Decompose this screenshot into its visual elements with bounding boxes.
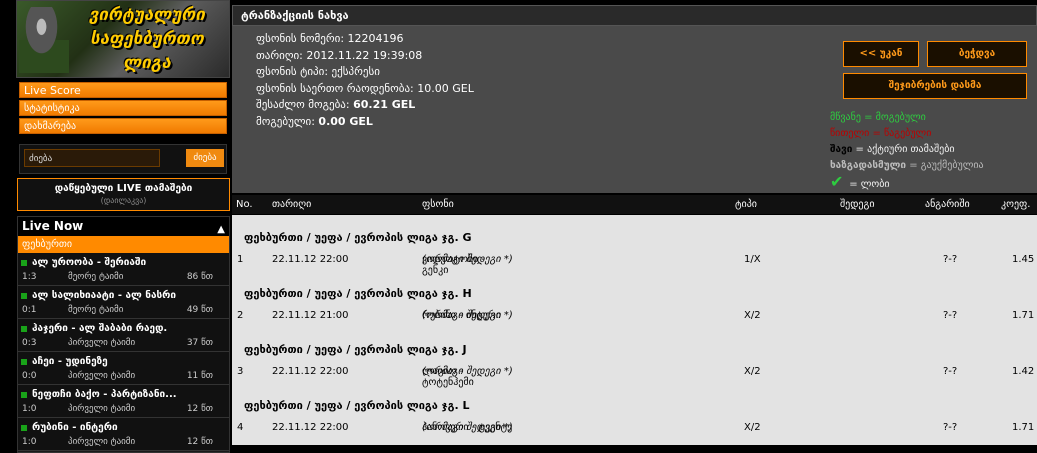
live-match-stage: მეორე ტაიმი (68, 272, 124, 282)
player-image (19, 7, 69, 73)
live-match-minute: 11 წთ (186, 371, 213, 381)
live-match-name: ალ უროობა - შერიაში (32, 257, 147, 268)
check-icon: ✔ (830, 172, 844, 191)
live-match-name: ჰაჯერი - ალ შაბაბი რაედ. (32, 323, 168, 334)
logo-line-1: ვირტუალური (89, 5, 205, 25)
live-match-stage: პირველი ტაიმი (68, 371, 136, 381)
bet-group: ფეხბურთი / უეფა / ევროპის ლიგა ჯგ. H 2 2… (232, 271, 1037, 327)
table-row: 3 22.11.12 22:00 ლაციო - ტოტენჰემი (ორმა… (237, 366, 1035, 388)
ticket-info-panel: ფსონის ნომერი: 12204196 თარიღი: 2012.11.… (232, 26, 1037, 193)
saved-live-title: დაწყებული LIVE თამაშები (54, 183, 193, 194)
color-legend: მწვანე = მოგებული წითელი = წაგებული შავი… (830, 112, 984, 191)
bet-group: ფეხბურთი / უეფა / ევროპის ლიგა ჯგ. L 4 2… (232, 383, 1037, 439)
search-box: ძიება (19, 144, 227, 174)
live-now-title: Live Now (22, 219, 84, 233)
menu-help[interactable]: დახმარება (19, 118, 227, 134)
saved-live-subtitle: (დაილაკვა) (100, 196, 147, 205)
bets-table: ფეხბურთი / უეფა / ევროპის ლიგა ჯგ. G 1 2… (232, 215, 1037, 445)
main-content: ტრანზაქციის ნახვა ფსონის ნომერი: 1220419… (232, 5, 1037, 453)
live-match-score: 0:1 (22, 305, 37, 315)
live-match-score: 1:3 (22, 272, 37, 282)
print-button[interactable]: ბეჭდვა (927, 41, 1027, 67)
live-match[interactable]: ნეფთჩი ბაქო - პარტიზანი... 1:0 პირველი ტ… (18, 385, 229, 418)
ticket-number-row: ფსონის ნომერი: 12204196 (256, 32, 404, 45)
back-button[interactable]: << უკან (843, 41, 919, 67)
group-title: ფეხბურთი / უეფა / ევროპის ლიგა ჯგ. H (244, 287, 472, 300)
live-match-minute: 49 წთ (186, 305, 213, 315)
left-sidebar: ვირტუალური საფეხბურთო ლიგა Live Score სტ… (0, 0, 232, 453)
live-match-score: 0:3 (22, 338, 37, 348)
live-match-name: რუბინი - ინტერი (32, 422, 118, 433)
live-match-minute: 12 წთ (186, 437, 213, 447)
live-match-name: ალ სალიხიაატი - ალ ნასრი (32, 290, 177, 301)
live-match-minute: 12 წთ (186, 404, 213, 414)
live-match[interactable]: აჩეი - უდინეზე 0:0 პირველი ტაიმი 11 წთ (18, 352, 229, 385)
live-match-stage: პირველი ტაიმი (68, 338, 136, 348)
live-match-score: 0:0 (22, 371, 37, 381)
live-match-minute: 86 წთ (186, 272, 213, 282)
table-header: No. თარიღი ფსონი ტიპი შედეგი ანგარიში კო… (232, 195, 1037, 214)
live-match[interactable]: რუბინი - ინტერი 1:0 პირველი ტაიმი 12 წთ (18, 418, 229, 451)
live-match[interactable]: ჰაჯერი - ალ შაბაბი რაედ. 0:3 პირველი ტაი… (18, 319, 229, 352)
live-match-minute: 37 წთ (186, 338, 213, 348)
live-now-panel: Live Now ▲ ფეხბურთი ალ უროობა - შერიაში … (17, 216, 230, 453)
live-match-stage: პირველი ტაიმი (68, 437, 136, 447)
live-indicator-icon (21, 260, 27, 266)
table-row: 4 22.11.12 22:00 ჰანოვერი - ტვენტე (ორმა… (237, 422, 1035, 433)
total-row: ფსონის საერთო რაოდენობა: 10.00 GEL (256, 81, 474, 95)
logo-line-3: ლიგა (123, 53, 171, 73)
live-category[interactable]: ფეხბურთი (18, 236, 229, 253)
live-match-score: 1:0 (22, 404, 37, 414)
logo-line-2: საფეხბურთო (90, 29, 204, 49)
group-title: ფეხბურთი / უეფა / ევროპის ლიგა ჯგ. J (244, 343, 467, 356)
search-input[interactable] (24, 149, 160, 167)
table-row: 1 22.11.12 22:00 ვიდეოტონი - გენკი (ორმა… (237, 254, 1035, 276)
menu-live-score[interactable]: Live Score (19, 82, 227, 98)
live-indicator-icon (21, 425, 27, 431)
live-match-stage: პირველი ტაიმი (68, 404, 136, 414)
bet-group: ფეხბურთი / უეფა / ევროპის ლიგა ჯგ. J 3 2… (232, 327, 1037, 388)
live-now-header: Live Now ▲ (18, 217, 229, 236)
saved-live-games[interactable]: დაწყებული LIVE თამაშები (დაილაკვა) (17, 178, 230, 211)
live-match[interactable]: ალ სალიხიაატი - ალ ნასრი 0:1 მეორე ტაიმი… (18, 286, 229, 319)
live-match-stage: მეორე ტაიმი (68, 305, 124, 315)
date-row: თარიღი: 2012.11.22 19:39:08 (256, 48, 423, 62)
search-button[interactable]: ძიება (186, 149, 224, 167)
won-row: მოგებული: 0.00 GEL (256, 114, 373, 128)
page-title: ტრანზაქციის ნახვა (232, 5, 1037, 26)
group-title: ფეხბურთი / უეფა / ევროპის ლიგა ჯგ. G (244, 231, 472, 244)
bet-group: ფეხბურთი / უეფა / ევროპის ლიგა ჯგ. G 1 2… (232, 215, 1037, 276)
menu-statistics[interactable]: სტატისტიკა (19, 100, 227, 116)
live-match[interactable]: ალ უროობა - შერიაში 1:3 მეორე ტაიმი 86 წ… (18, 253, 229, 286)
group-title: ფეხბურთი / უეფა / ევროპის ლიგა ჯგ. L (244, 399, 470, 412)
site-logo[interactable]: ვირტუალური საფეხბურთო ლიგა (16, 0, 230, 78)
live-indicator-icon (21, 359, 27, 365)
type-row: ფსონის ტიპი: ექსპრესი (256, 65, 380, 78)
live-indicator-icon (21, 326, 27, 332)
live-indicator-icon (21, 392, 27, 398)
possible-win-row: შესაძლო მოგება: 60.21 GEL (256, 98, 416, 111)
live-match-name: ნეფთჩი ბაქო - პარტიზანი... (32, 389, 177, 400)
live-match-name: აჩეი - უდინეზე (32, 356, 108, 367)
live-indicator-icon (21, 293, 27, 299)
side-menu: Live Score სტატისტიკა დახმარება (19, 82, 227, 136)
save-result-button[interactable]: შეჯიბრების დასმა (843, 73, 1027, 99)
table-row: 2 22.11.12 21:00 რუბინი - ინტერი (ორმაგი… (237, 310, 1035, 321)
collapse-icon[interactable]: ▲ (217, 220, 225, 239)
live-match-score: 1:0 (22, 437, 37, 447)
